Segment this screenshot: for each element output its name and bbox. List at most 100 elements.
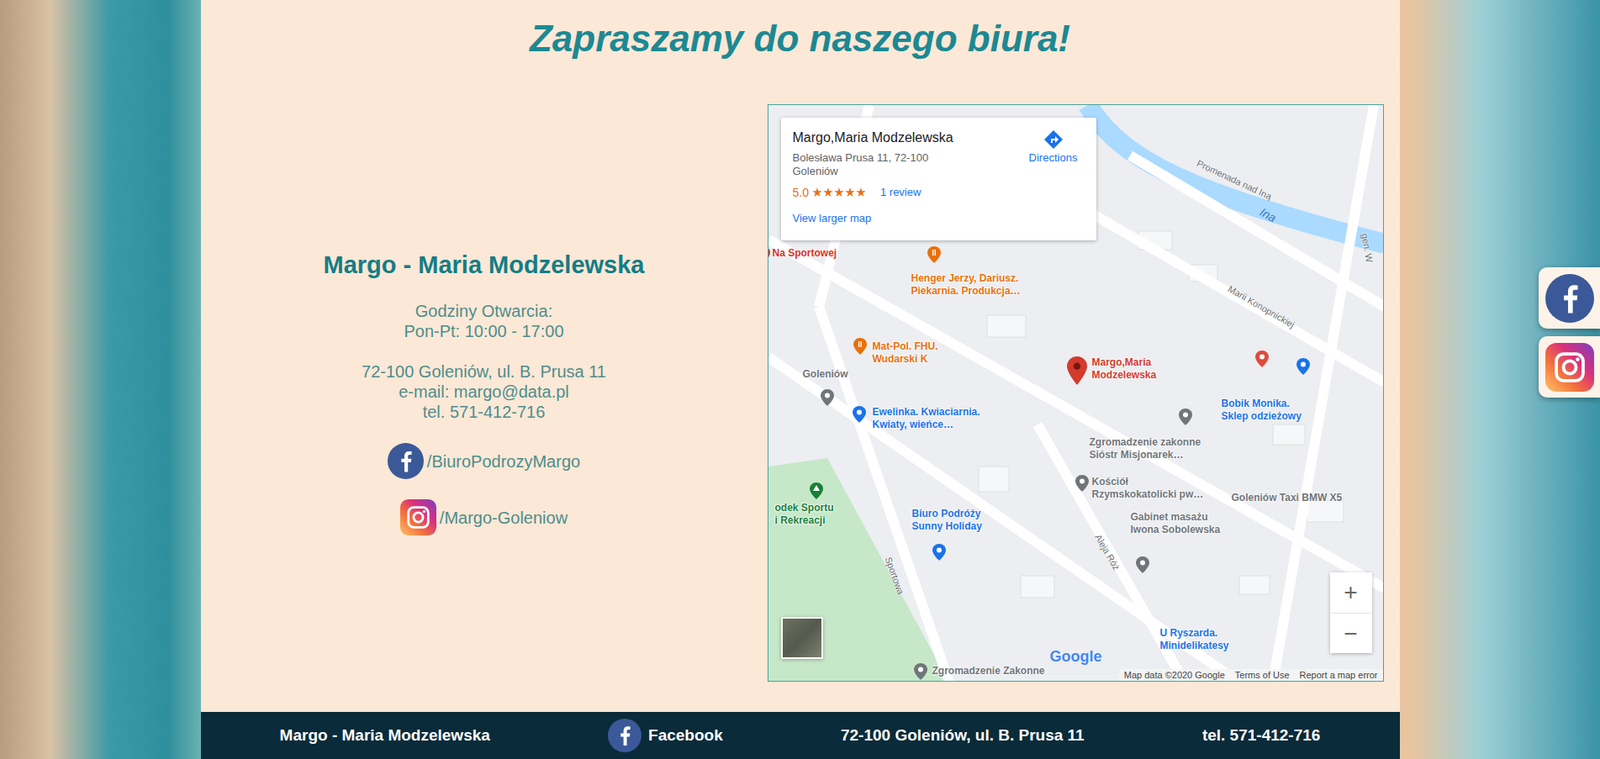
- place-marker-icon[interactable]: [913, 663, 928, 681]
- location-pin-icon[interactable]: [1066, 356, 1088, 386]
- place-card: Margo,Maria Modzelewska Bolesława Prusa …: [781, 117, 1097, 241]
- place-label-line[interactable]: Sklep odzieżowy: [1221, 410, 1302, 423]
- zoom-out-button[interactable]: −: [1330, 612, 1373, 654]
- opening-hours: Pon-Pt: 10:00 - 17:00: [403, 321, 564, 342]
- place-label[interactable]: Mat-Pol. FHU.Wudarski K: [872, 340, 939, 366]
- business-name: Margo - Maria Modzelewska: [323, 250, 645, 280]
- instagram-icon[interactable]: [1545, 343, 1595, 392]
- place-label-line[interactable]: Zgromadzenie Zakonne: [932, 665, 1046, 678]
- rating-stars: [812, 187, 867, 198]
- social-label[interactable]: /Margo-Goleniow: [439, 505, 568, 531]
- facebook-icon[interactable]: [387, 443, 424, 480]
- instagram-icon[interactable]: [400, 499, 437, 536]
- place-label-line[interactable]: Henger Jerzy, Dariusz.: [911, 272, 1021, 286]
- footer-address: 72-100 Goleniów, ul. B. Prusa 11: [840, 723, 1085, 749]
- place-marker-icon[interactable]: [809, 482, 824, 500]
- place-label-line[interactable]: Iwona Sobolewska: [1130, 523, 1221, 537]
- attribution-item: Map data ©2020 Google: [1124, 669, 1226, 682]
- place-label[interactable]: Goleniów: [802, 368, 849, 381]
- place-label-line[interactable]: Minidelikatesy: [1160, 639, 1230, 653]
- place-label[interactable]: U Ryszarda.Minidelikatesy: [1160, 627, 1230, 653]
- place-label[interactable]: Ewelinka. Kwiaciarnia.Kwiaty, wieńce…: [872, 406, 981, 432]
- place-marker-icon[interactable]: [1135, 556, 1150, 574]
- attribution-item[interactable]: Terms of Use: [1235, 669, 1290, 682]
- place-label-line[interactable]: Piekarnia. Produkcja…: [911, 285, 1021, 298]
- phone[interactable]: tel. 571-412-716: [422, 401, 546, 423]
- place-label-line[interactable]: Rzymskokatolicki pw…: [1092, 488, 1204, 502]
- place-title: Margo,Maria Modzelewska: [792, 127, 962, 148]
- place-label[interactable]: Gabinet masażuIwona Sobolewska: [1130, 511, 1221, 537]
- place-marker-icon[interactable]: [1178, 408, 1193, 426]
- place-label-line[interactable]: Modzelewska: [1092, 369, 1157, 382]
- place-label[interactable]: Zgromadzenie Zakonne: [932, 665, 1046, 678]
- place-label-line[interactable]: Kościół: [1092, 475, 1204, 489]
- social-link[interactable]: /BiuroPodrozyMargo: [387, 443, 581, 480]
- place-label-line[interactable]: U Ryszarda.: [1160, 627, 1230, 640]
- place-label-line[interactable]: Wudarski K: [872, 353, 939, 366]
- place-marker-icon[interactable]: [1255, 350, 1269, 368]
- place-marker-icon[interactable]: [1296, 358, 1310, 375]
- facebook-icon[interactable]: [1545, 274, 1595, 323]
- footer-facebook-label[interactable]: Facebook: [648, 723, 724, 749]
- place-label-line[interactable]: odek Sportu: [775, 501, 835, 515]
- place-label[interactable]: Bobik Monika.Sklep odzieżowy: [1221, 397, 1302, 423]
- star-icon: [823, 187, 834, 198]
- address: 72-100 Goleniów, ul. B. Prusa 11: [361, 361, 607, 382]
- place-label-line[interactable]: Gabinet masażu: [1130, 511, 1221, 524]
- place-label[interactable]: Henger Jerzy, Dariusz.Piekarnia. Produkc…: [911, 272, 1021, 298]
- place-label[interactable]: odek Sportui Rekreacji: [775, 501, 835, 528]
- place-marker-icon[interactable]: [767, 246, 771, 264]
- place-label[interactable]: KościółRzymskokatolicki pw…: [1092, 475, 1204, 502]
- footer-phone[interactable]: tel. 571-412-716: [1202, 723, 1321, 749]
- star-icon: [812, 187, 823, 198]
- directions-label[interactable]: Directions: [1029, 149, 1078, 167]
- place-label-line[interactable]: Biuro Podróży: [912, 507, 983, 521]
- place-marker-icon[interactable]: [820, 389, 835, 407]
- place-label-line[interactable]: Sióstr Misjonarek…: [1089, 448, 1202, 462]
- instagram-side-button[interactable]: [1538, 336, 1600, 398]
- place-marker-icon[interactable]: [1075, 475, 1089, 492]
- place-marker-icon[interactable]: [927, 246, 941, 264]
- email[interactable]: e-mail: margo@data.pl: [398, 381, 570, 402]
- larger-map-link[interactable]: View larger map: [792, 210, 872, 228]
- place-label-line[interactable]: Ewelinka. Kwiaciarnia.: [872, 406, 981, 419]
- place-label-line[interactable]: Kwiaty, wieńce…: [872, 418, 981, 432]
- map-attribution: Map data ©2020 Google Terms of Use Report …: [1119, 669, 1384, 682]
- satellite-toggle[interactable]: [781, 617, 824, 660]
- facebook-icon[interactable]: [607, 718, 642, 753]
- place-label-line[interactable]: Margo,Maria: [1092, 356, 1157, 370]
- place-label[interactable]: Na Sportowej: [772, 247, 838, 260]
- place-label[interactable]: Margo,MariaModzelewska: [1092, 356, 1157, 382]
- place-marker-icon[interactable]: [932, 543, 946, 561]
- place-label-line[interactable]: Na Sportowej: [772, 247, 838, 260]
- place-label-line[interactable]: Bobik Monika.: [1221, 397, 1302, 411]
- place-label[interactable]: Biuro PodróżySunny Holiday: [912, 507, 983, 534]
- reviews-link[interactable]: 1 review: [880, 184, 921, 201]
- place-label-line[interactable]: Sunny Holiday: [912, 520, 983, 534]
- social-label[interactable]: /BiuroPodrozyMargo: [427, 448, 581, 475]
- page-title: Zapraszamy do naszego biura!: [200, 0, 1400, 64]
- star-icon: [844, 187, 856, 198]
- place-label-line[interactable]: Goleniów: [802, 368, 849, 381]
- attribution-item[interactable]: Report a map error: [1299, 669, 1379, 682]
- contact-info: Margo - Maria Modzelewska Godziny Otwarc…: [200, 104, 768, 682]
- map[interactable]: Na Sportowej Henger Jerzy, Dariusz.Piekar…: [767, 104, 1384, 682]
- place-label-line[interactable]: i Rekreacji: [775, 514, 835, 528]
- directions-button[interactable]: Directions: [1022, 127, 1085, 231]
- rating-row: 5.0 1 review: [792, 184, 962, 202]
- map-logo: Google: [1050, 645, 1103, 669]
- social-link[interactable]: /Margo-Goleniow: [400, 499, 568, 536]
- place-label[interactable]: Goleniów Taxi BMW X5: [1231, 491, 1343, 505]
- place-marker-icon[interactable]: [852, 406, 867, 423]
- facebook-side-button[interactable]: [1538, 267, 1600, 329]
- place-label-line[interactable]: Goleniów Taxi BMW X5: [1231, 491, 1343, 505]
- directions-icon: [1043, 129, 1064, 150]
- zoom-in-button[interactable]: +: [1330, 572, 1373, 613]
- place-marker-icon[interactable]: [853, 337, 867, 355]
- place-label-line[interactable]: Mat-Pol. FHU.: [872, 340, 939, 354]
- place-label[interactable]: Zgromadzenie zakonneSióstr Misjonarek…: [1089, 436, 1202, 462]
- page: Zapraszamy do naszego biura! Margo - Mar…: [200, 0, 1400, 759]
- footer-facebook-link[interactable]: Facebook: [607, 718, 724, 753]
- zoom-controls: +−: [1330, 572, 1373, 654]
- place-label-line[interactable]: Zgromadzenie zakonne: [1089, 436, 1202, 449]
